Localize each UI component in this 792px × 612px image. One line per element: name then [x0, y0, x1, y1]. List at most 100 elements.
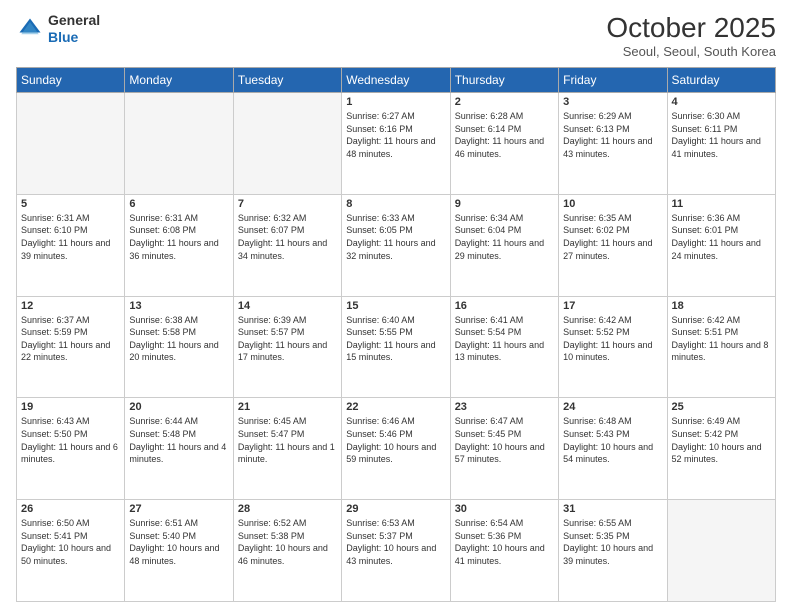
day-info: Sunrise: 6:39 AM Sunset: 5:57 PM Dayligh…	[238, 314, 337, 364]
calendar-cell	[667, 500, 775, 602]
day-number: 30	[455, 503, 554, 515]
day-info: Sunrise: 6:35 AM Sunset: 6:02 PM Dayligh…	[563, 212, 662, 262]
calendar-cell: 9Sunrise: 6:34 AM Sunset: 6:04 PM Daylig…	[450, 194, 558, 296]
month-title: October 2025	[606, 12, 776, 44]
calendar-cell: 13Sunrise: 6:38 AM Sunset: 5:58 PM Dayli…	[125, 296, 233, 398]
day-number: 10	[563, 198, 662, 210]
calendar-week-5: 26 Sunrise: 6:50 AM Sunset: 5:41 PM Dayli…	[17, 500, 776, 602]
calendar-cell: 19Sunrise: 6:43 AM Sunset: 5:50 PM Dayli…	[17, 398, 125, 500]
day-info: Sunrise: 6:28 AM Sunset: 6:14 PM Dayligh…	[455, 110, 554, 160]
day-info: Sunrise: 6:32 AM Sunset: 6:07 PM Dayligh…	[238, 212, 337, 262]
day-number: 1	[346, 96, 445, 108]
day-info: Sunrise: 6:41 AM Sunset: 5:54 PM Dayligh…	[455, 314, 554, 364]
day-number: 24	[563, 401, 662, 413]
location-subtitle: Seoul, Seoul, South Korea	[606, 44, 776, 59]
day-info: Sunrise: 6:30 AM Sunset: 6:11 PM Dayligh…	[672, 110, 771, 160]
day-info: Sunrise: 6:40 AM Sunset: 5:55 PM Dayligh…	[346, 314, 445, 364]
calendar-cell: 24 Sunrise: 6:48 AM Sunset: 5:43 PM Dayli…	[559, 398, 667, 500]
calendar-cell: 28Sunrise: 6:52 AM Sunset: 5:38 PM Dayli…	[233, 500, 341, 602]
day-number: 27	[129, 503, 228, 515]
day-number: 4	[672, 96, 771, 108]
calendar-week-3: 12 Sunrise: 6:37 AM Sunset: 5:59 PM Dayli…	[17, 296, 776, 398]
day-info: Sunrise: 6:44 AM Sunset: 5:48 PM Dayligh…	[129, 415, 228, 465]
calendar-cell	[233, 93, 341, 195]
day-number: 20	[129, 401, 228, 413]
day-info: Sunrise: 6:51 AM Sunset: 5:40 PM Dayligh…	[129, 517, 228, 567]
day-info: Sunrise: 6:31 AM Sunset: 6:10 PM Dayligh…	[21, 212, 120, 262]
day-info: Sunrise: 6:42 AM Sunset: 5:51 PM Dayligh…	[672, 314, 771, 364]
calendar-cell: 22Sunrise: 6:46 AM Sunset: 5:46 PM Dayli…	[342, 398, 450, 500]
calendar-cell: 27 Sunrise: 6:51 AM Sunset: 5:40 PM Dayli…	[125, 500, 233, 602]
day-info: Sunrise: 6:50 AM Sunset: 5:41 PM Dayligh…	[21, 517, 120, 567]
calendar-cell: 26 Sunrise: 6:50 AM Sunset: 5:41 PM Dayli…	[17, 500, 125, 602]
calendar-cell: 18 Sunrise: 6:42 AM Sunset: 5:51 PM Dayli…	[667, 296, 775, 398]
day-number: 11	[672, 198, 771, 210]
header: General Blue October 2025 Seoul, Seoul, …	[16, 12, 776, 59]
day-number: 19	[21, 401, 120, 413]
logo-text: General Blue	[48, 12, 100, 46]
calendar-cell	[125, 93, 233, 195]
day-info: Sunrise: 6:33 AM Sunset: 6:05 PM Dayligh…	[346, 212, 445, 262]
day-info: Sunrise: 6:29 AM Sunset: 6:13 PM Dayligh…	[563, 110, 662, 160]
calendar-cell: 11 Sunrise: 6:36 AM Sunset: 6:01 PM Dayli…	[667, 194, 775, 296]
page: General Blue October 2025 Seoul, Seoul, …	[0, 0, 792, 612]
day-number: 29	[346, 503, 445, 515]
day-number: 18	[672, 300, 771, 312]
day-number: 5	[21, 198, 120, 210]
calendar-cell: 30 Sunrise: 6:54 AM Sunset: 5:36 PM Dayli…	[450, 500, 558, 602]
calendar-header-row: Sunday Monday Tuesday Wednesday Thursday…	[17, 68, 776, 93]
calendar-week-2: 5 Sunrise: 6:31 AM Sunset: 6:10 PM Daylig…	[17, 194, 776, 296]
calendar-cell: 14 Sunrise: 6:39 AM Sunset: 5:57 PM Dayli…	[233, 296, 341, 398]
logo-general: General	[48, 12, 100, 28]
col-thursday: Thursday	[450, 68, 558, 93]
day-number: 8	[346, 198, 445, 210]
day-number: 21	[238, 401, 337, 413]
col-wednesday: Wednesday	[342, 68, 450, 93]
calendar-cell: 3 Sunrise: 6:29 AM Sunset: 6:13 PM Daylig…	[559, 93, 667, 195]
calendar-cell: 15 Sunrise: 6:40 AM Sunset: 5:55 PM Dayli…	[342, 296, 450, 398]
day-number: 23	[455, 401, 554, 413]
day-number: 26	[21, 503, 120, 515]
day-number: 6	[129, 198, 228, 210]
day-number: 15	[346, 300, 445, 312]
day-info: Sunrise: 6:47 AM Sunset: 5:45 PM Dayligh…	[455, 415, 554, 465]
day-number: 14	[238, 300, 337, 312]
day-number: 16	[455, 300, 554, 312]
calendar-cell: 5 Sunrise: 6:31 AM Sunset: 6:10 PM Daylig…	[17, 194, 125, 296]
calendar-week-1: 1Sunrise: 6:27 AM Sunset: 6:16 PM Daylig…	[17, 93, 776, 195]
calendar-cell: 4 Sunrise: 6:30 AM Sunset: 6:11 PM Daylig…	[667, 93, 775, 195]
day-number: 13	[129, 300, 228, 312]
day-info: Sunrise: 6:42 AM Sunset: 5:52 PM Dayligh…	[563, 314, 662, 364]
day-info: Sunrise: 6:54 AM Sunset: 5:36 PM Dayligh…	[455, 517, 554, 567]
day-info: Sunrise: 6:45 AM Sunset: 5:47 PM Dayligh…	[238, 415, 337, 465]
calendar-cell: 6 Sunrise: 6:31 AM Sunset: 6:08 PM Daylig…	[125, 194, 233, 296]
day-info: Sunrise: 6:36 AM Sunset: 6:01 PM Dayligh…	[672, 212, 771, 262]
day-info: Sunrise: 6:31 AM Sunset: 6:08 PM Dayligh…	[129, 212, 228, 262]
day-info: Sunrise: 6:48 AM Sunset: 5:43 PM Dayligh…	[563, 415, 662, 465]
calendar-cell: 16 Sunrise: 6:41 AM Sunset: 5:54 PM Dayli…	[450, 296, 558, 398]
day-number: 3	[563, 96, 662, 108]
day-number: 22	[346, 401, 445, 413]
day-number: 28	[238, 503, 337, 515]
calendar-cell: 2 Sunrise: 6:28 AM Sunset: 6:14 PM Daylig…	[450, 93, 558, 195]
day-number: 25	[672, 401, 771, 413]
day-number: 31	[563, 503, 662, 515]
col-monday: Monday	[125, 68, 233, 93]
col-tuesday: Tuesday	[233, 68, 341, 93]
calendar-cell: 21 Sunrise: 6:45 AM Sunset: 5:47 PM Dayli…	[233, 398, 341, 500]
day-info: Sunrise: 6:37 AM Sunset: 5:59 PM Dayligh…	[21, 314, 120, 364]
day-number: 12	[21, 300, 120, 312]
day-info: Sunrise: 6:55 AM Sunset: 5:35 PM Dayligh…	[563, 517, 662, 567]
col-saturday: Saturday	[667, 68, 775, 93]
calendar-cell: 1Sunrise: 6:27 AM Sunset: 6:16 PM Daylig…	[342, 93, 450, 195]
calendar-cell: 29 Sunrise: 6:53 AM Sunset: 5:37 PM Dayli…	[342, 500, 450, 602]
calendar-cell: 8 Sunrise: 6:33 AM Sunset: 6:05 PM Daylig…	[342, 194, 450, 296]
col-friday: Friday	[559, 68, 667, 93]
calendar-cell: 12 Sunrise: 6:37 AM Sunset: 5:59 PM Dayli…	[17, 296, 125, 398]
col-sunday: Sunday	[17, 68, 125, 93]
calendar-cell: 31 Sunrise: 6:55 AM Sunset: 5:35 PM Dayli…	[559, 500, 667, 602]
calendar-cell: 17Sunrise: 6:42 AM Sunset: 5:52 PM Dayli…	[559, 296, 667, 398]
day-info: Sunrise: 6:53 AM Sunset: 5:37 PM Dayligh…	[346, 517, 445, 567]
day-number: 2	[455, 96, 554, 108]
logo-icon	[16, 15, 44, 43]
